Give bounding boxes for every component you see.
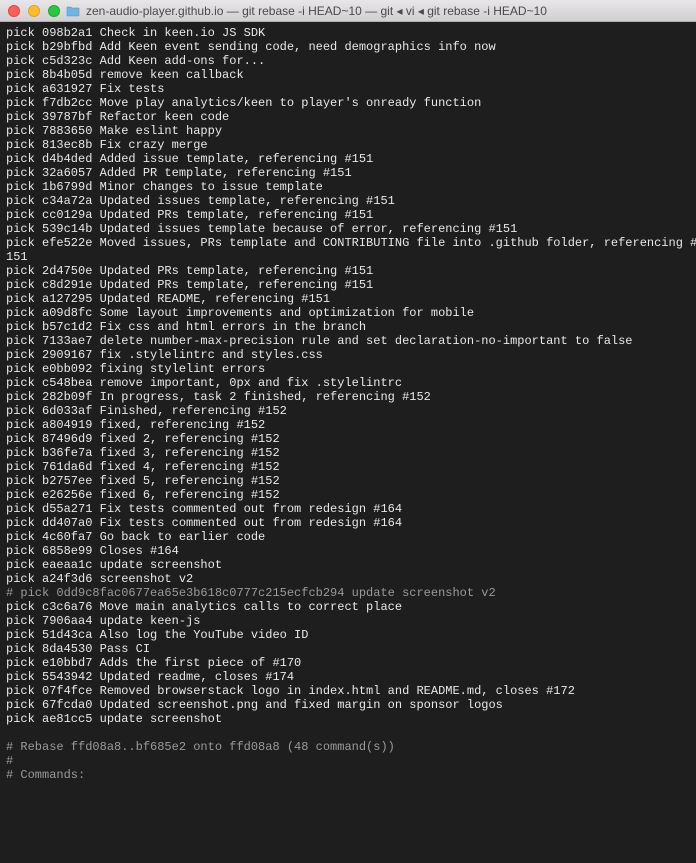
rebase-line[interactable]: pick c34a72a Updated issues template, re… <box>6 194 395 208</box>
rebase-line[interactable]: pick 5543942 Updated readme, closes #174 <box>6 670 294 684</box>
rebase-line[interactable]: pick f7db2cc Move play analytics/keen to… <box>6 96 481 110</box>
folder-icon <box>66 5 80 17</box>
rebase-line[interactable]: pick 87496d9 fixed 2, referencing #152 <box>6 432 280 446</box>
rebase-line[interactable]: pick e10bbd7 Adds the first piece of #17… <box>6 656 301 670</box>
rebase-line[interactable]: pick 8da4530 Pass CI <box>6 642 150 656</box>
rebase-line[interactable]: pick 39787bf Refactor keen code <box>6 110 229 124</box>
rebase-line[interactable]: pick a24f3d6 screenshot v2 <box>6 572 193 586</box>
rebase-line[interactable]: pick 761da6d fixed 4, referencing #152 <box>6 460 280 474</box>
rebase-line[interactable]: pick c5d323c Add Keen add-ons for... <box>6 54 265 68</box>
rebase-line[interactable]: pick c8d291e Updated PRs template, refer… <box>6 278 373 292</box>
rebase-line[interactable]: pick 67fcda0 Updated screenshot.png and … <box>6 698 503 712</box>
rebase-line[interactable]: pick b29bfbd Add Keen event sending code… <box>6 40 496 54</box>
rebase-line[interactable]: pick 1b6799d Minor changes to issue temp… <box>6 180 323 194</box>
window-title: zen-audio-player.github.io — git rebase … <box>86 4 688 18</box>
maximize-button[interactable] <box>48 5 60 17</box>
rebase-line[interactable]: pick c548bea remove important, 0px and f… <box>6 376 402 390</box>
rebase-line[interactable]: pick 2909167 fix .stylelintrc and styles… <box>6 348 323 362</box>
rebase-line[interactable]: pick 539c14b Updated issues template bec… <box>6 222 517 236</box>
rebase-line[interactable]: pick 51d43ca Also log the YouTube video … <box>6 628 308 642</box>
rebase-line[interactable]: pick 6858e99 Closes #164 <box>6 544 179 558</box>
rebase-line[interactable]: pick 8b4b05d remove keen callback <box>6 68 244 82</box>
terminal-editor[interactable]: pick 098b2a1 Check in keen.io JS SDK pic… <box>0 22 696 863</box>
rebase-line[interactable]: pick 098b2a1 Check in keen.io JS SDK <box>6 26 265 40</box>
rebase-comment: # <box>6 754 13 768</box>
rebase-line[interactable]: pick 7883650 Make eslint happy <box>6 124 222 138</box>
rebase-comment: # Commands: <box>6 768 85 782</box>
rebase-line[interactable]: pick dd407a0 Fix tests commented out fro… <box>6 516 402 530</box>
rebase-line[interactable]: pick a09d8fc Some layout improvements an… <box>6 306 474 320</box>
rebase-line[interactable]: pick e0bb092 fixing stylelint errors <box>6 362 265 376</box>
rebase-line[interactable]: pick d4b4ded Added issue template, refer… <box>6 152 373 166</box>
rebase-line[interactable]: pick eaeaa1c update screenshot <box>6 558 222 572</box>
traffic-lights <box>8 5 60 17</box>
rebase-line[interactable]: pick 7133ae7 delete number-max-precision… <box>6 334 633 348</box>
rebase-line[interactable]: pick 07f4fce Removed browserstack logo i… <box>6 684 575 698</box>
minimize-button[interactable] <box>28 5 40 17</box>
window-titlebar: zen-audio-player.github.io — git rebase … <box>0 0 696 22</box>
rebase-line[interactable]: pick e26256e fixed 6, referencing #152 <box>6 488 280 502</box>
rebase-line[interactable]: pick efe522e Moved issues, PRs template … <box>6 236 696 250</box>
rebase-line[interactable]: pick d55a271 Fix tests commented out fro… <box>6 502 402 516</box>
rebase-line[interactable]: 151 <box>6 250 28 264</box>
rebase-line[interactable]: pick 7906aa4 update keen-js <box>6 614 200 628</box>
rebase-line[interactable]: pick 813ec8b Fix crazy merge <box>6 138 208 152</box>
rebase-line[interactable]: pick a127295 Updated README, referencing… <box>6 292 330 306</box>
rebase-line[interactable]: pick c3c6a76 Move main analytics calls t… <box>6 600 402 614</box>
close-button[interactable] <box>8 5 20 17</box>
rebase-line[interactable]: pick cc0129a Updated PRs template, refer… <box>6 208 373 222</box>
rebase-line[interactable]: pick 32a6057 Added PR template, referenc… <box>6 166 352 180</box>
rebase-line[interactable]: pick 6d033af Finished, referencing #152 <box>6 404 287 418</box>
rebase-line[interactable]: pick 4c60fa7 Go back to earlier code <box>6 530 265 544</box>
rebase-line[interactable]: pick ae81cc5 update screenshot <box>6 712 222 726</box>
rebase-line[interactable]: pick b57c1d2 Fix css and html errors in … <box>6 320 366 334</box>
rebase-line[interactable]: pick b2757ee fixed 5, referencing #152 <box>6 474 280 488</box>
rebase-line[interactable]: pick a804919 fixed, referencing #152 <box>6 418 265 432</box>
rebase-comment: # Rebase ffd08a8..bf685e2 onto ffd08a8 (… <box>6 740 395 754</box>
rebase-line[interactable]: # pick 0dd9c8fac0677ea65e3b618c0777c215e… <box>6 586 496 600</box>
rebase-line[interactable]: pick 282b09f In progress, task 2 finishe… <box>6 390 431 404</box>
rebase-line[interactable]: pick 2d4750e Updated PRs template, refer… <box>6 264 373 278</box>
rebase-line[interactable]: pick b36fe7a fixed 3, referencing #152 <box>6 446 280 460</box>
rebase-line[interactable]: pick a631927 Fix tests <box>6 82 164 96</box>
